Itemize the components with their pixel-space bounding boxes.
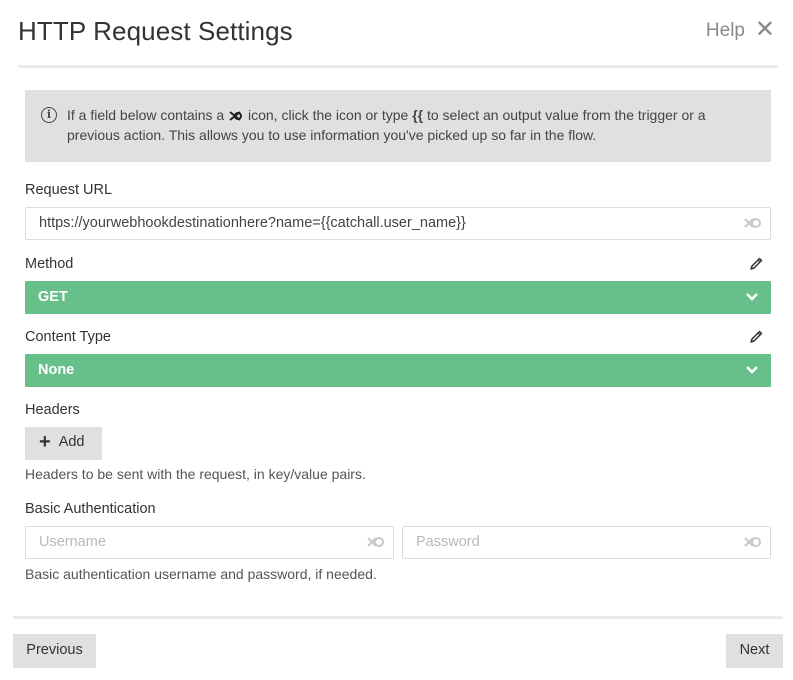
basic-auth-hint: Basic authentication username and passwo… [25, 566, 377, 582]
add-header-button[interactable]: + Add [25, 427, 102, 460]
headers-label: Headers [25, 402, 80, 418]
password-input[interactable]: Password [402, 526, 771, 559]
headers-hint: Headers to be sent with the request, in … [25, 466, 366, 482]
request-url-label: Request URL [25, 182, 113, 198]
info-text-start: If a field below contains a [67, 107, 225, 123]
method-select[interactable]: GET [25, 281, 771, 314]
basic-auth-label: Basic Authentication [25, 501, 156, 517]
content-type-select[interactable]: None [25, 354, 771, 387]
info-text-mid: icon, click the icon or type [248, 107, 409, 123]
token-icon [228, 105, 244, 125]
method-selected-value: GET [38, 289, 68, 305]
method-label: Method [25, 256, 74, 272]
pencil-icon[interactable] [748, 256, 764, 272]
token-icon[interactable] [742, 216, 762, 230]
page-title: HTTP Request Settings [18, 16, 293, 46]
token-icon[interactable] [742, 535, 762, 549]
username-input[interactable]: Username [25, 526, 394, 559]
username-placeholder: Username [39, 534, 106, 550]
add-button-label: Add [58, 434, 85, 450]
close-icon[interactable]: ✕ [755, 18, 775, 42]
chevron-down-icon [746, 366, 758, 374]
footer-divider [13, 616, 783, 619]
brace-token: {{ [412, 107, 424, 123]
request-url-value: https://yourwebhookdestinationhere?name=… [39, 215, 466, 231]
plus-icon: + [39, 431, 51, 453]
info-icon: i [41, 107, 57, 123]
next-button[interactable]: Next [726, 634, 783, 668]
request-url-input[interactable]: https://yourwebhookdestinationhere?name=… [25, 207, 771, 240]
password-placeholder: Password [416, 534, 480, 550]
pencil-icon[interactable] [748, 329, 764, 345]
dialog-header: HTTP Request Settings Help ✕ [18, 16, 775, 50]
header-divider [18, 65, 778, 68]
chevron-down-icon [746, 293, 758, 301]
previous-button[interactable]: Previous [13, 634, 96, 668]
token-icon[interactable] [365, 535, 385, 549]
help-link[interactable]: Help [706, 20, 745, 42]
info-banner: i If a field below contains a icon, clic… [25, 90, 771, 162]
content-type-label: Content Type [25, 329, 111, 345]
content-type-selected-value: None [38, 362, 75, 378]
